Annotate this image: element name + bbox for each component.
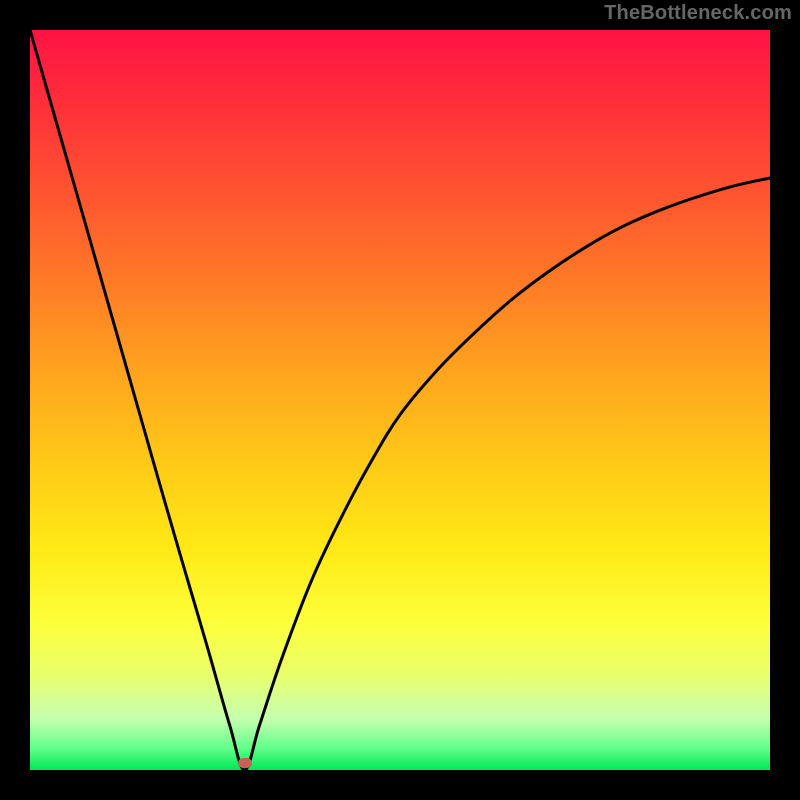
curve-path	[30, 30, 770, 770]
minimum-marker	[238, 758, 252, 768]
bottleneck-curve	[30, 30, 770, 770]
chart-frame: TheBottleneck.com	[0, 0, 800, 800]
plot-area	[30, 30, 770, 770]
watermark-text: TheBottleneck.com	[604, 2, 792, 25]
